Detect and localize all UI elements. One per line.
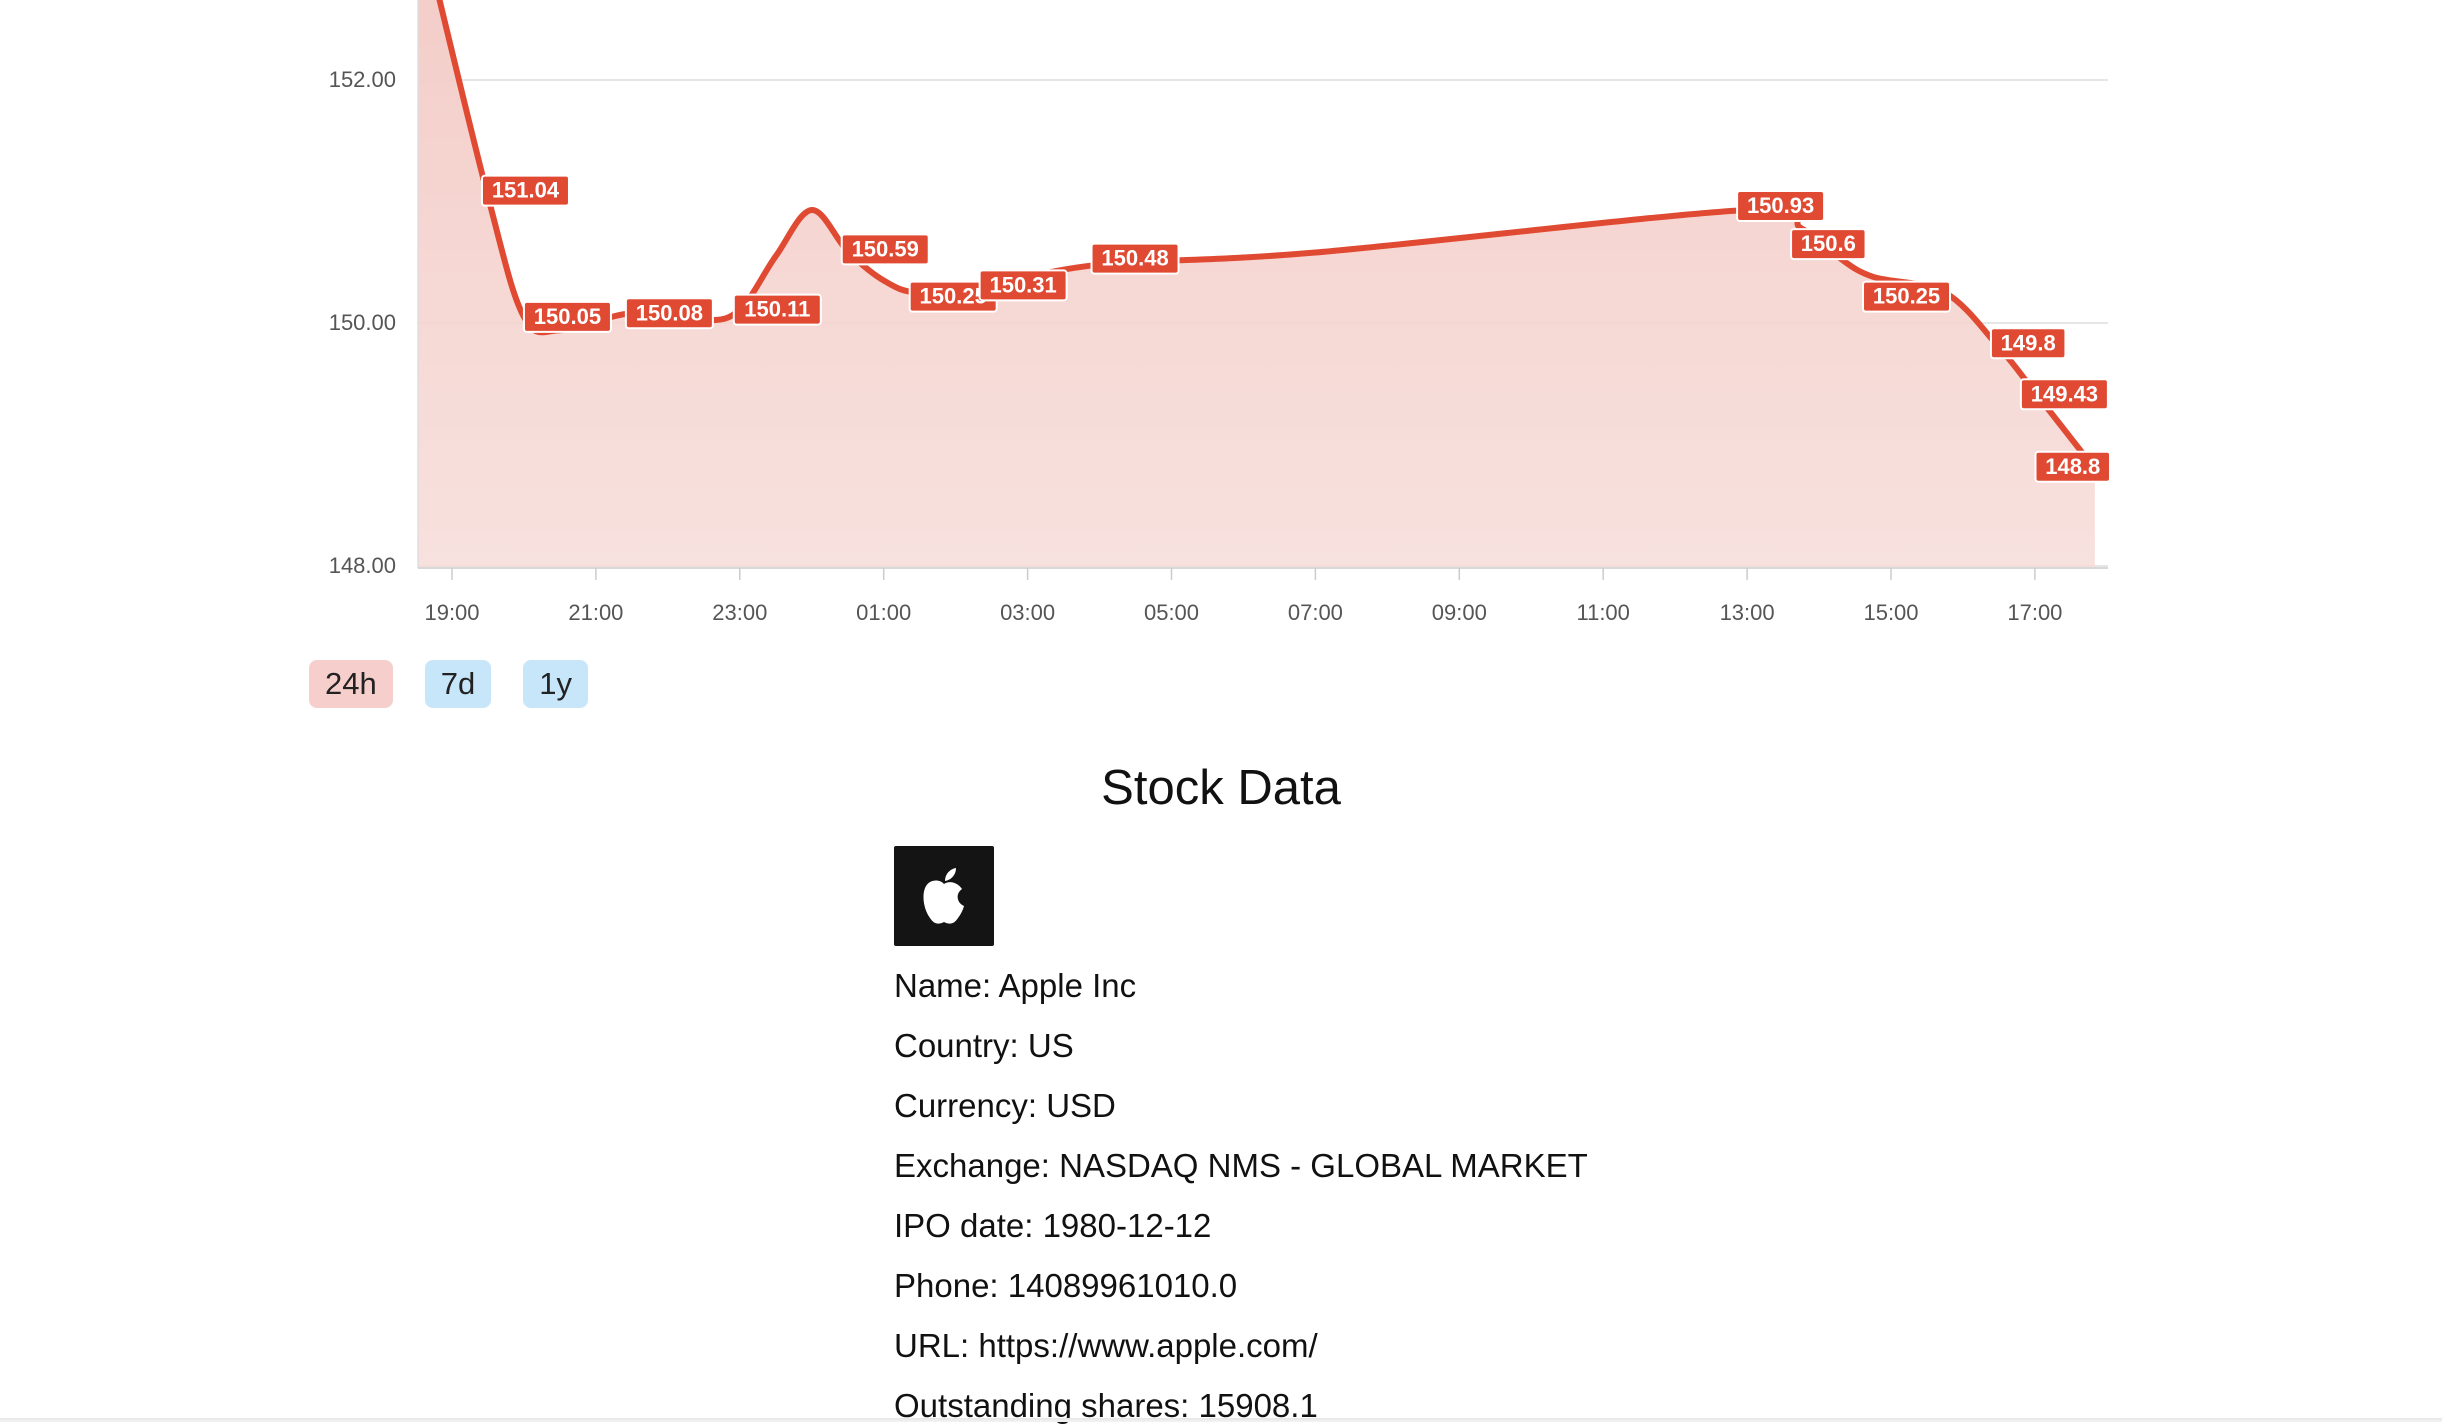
price-chart: 148.00 150.00 152.00 19:00 21:00 23:00 01:00 03… [0,0,2442,640]
x-tick-label: 21:00 [568,600,623,625]
time-range-selector: 24h 7d 1y [309,660,588,708]
stock-currency: Currency: USD [894,1087,1116,1124]
data-label: 150.93 [1736,190,1826,223]
x-tick-label: 03:00 [1000,600,1055,625]
data-label-text: 150.05 [534,304,601,329]
stock-ipo-date: IPO date: 1980-12-12 [894,1207,1212,1244]
data-label: 150.11 [732,293,822,326]
data-label: 151.04 [480,174,570,207]
y-tick-label: 152.00 [329,67,396,92]
data-label-text: 150.25 [920,284,987,309]
data-label-text: 150.31 [989,272,1056,297]
x-tick-label: 11:00 [1576,600,1629,625]
data-label: 149.43 [2019,378,2109,411]
x-tick-label: 17:00 [2007,600,2062,625]
stock-name: Name: Apple Inc [894,967,1137,1004]
company-logo [894,846,994,946]
data-label: 150.05 [522,300,612,333]
data-label: 150.25 [1862,280,1952,313]
stock-info-panel: Name: Apple Inc Country: US Currency: US… [894,846,1588,1426]
range-button-24h[interactable]: 24h [309,660,393,708]
data-label-text: 150.08 [636,300,703,325]
x-tick-label: 23:00 [712,600,767,625]
data-label: 150.59 [840,233,930,266]
data-label-text: 149.8 [2001,330,2056,355]
data-label: 150.31 [978,269,1068,302]
data-label-text: 149.43 [2031,381,2098,406]
x-tick-label: 01:00 [856,600,911,625]
x-tick-label: 09:00 [1432,600,1487,625]
x-tick-label: 07:00 [1288,600,1343,625]
bottom-edge [0,1418,2442,1422]
data-label-text: 150.6 [1801,231,1856,256]
data-label-text: 148.8 [2045,454,2100,479]
data-label: 150.6 [1790,228,1867,261]
data-label-text: 150.25 [1873,284,1940,309]
x-tick-label: 13:00 [1720,600,1775,625]
data-label-text: 151.04 [492,178,560,203]
range-button-1y[interactable]: 1y [523,660,588,708]
chart-area [418,0,2095,568]
stock-data-title: Stock Data [1101,761,1341,815]
data-label-text: 150.93 [1747,193,1814,218]
stock-country: Country: US [894,1027,1074,1064]
x-tick-label: 19:00 [424,600,479,625]
stock-exchange: Exchange: NASDAQ NMS - GLOBAL MARKET [894,1147,1588,1184]
data-label: 150.08 [624,297,714,330]
y-tick-label: 148.00 [329,553,396,578]
stock-phone: Phone: 14089961010.0 [894,1267,1238,1304]
data-label: 148.8 [2034,450,2111,483]
data-label: 150.48 [1090,242,1180,275]
x-tick-label: 05:00 [1144,600,1199,625]
stock-url: URL: https://www.apple.com/ [894,1327,1318,1364]
apple-logo-icon [923,868,964,924]
data-label-text: 150.11 [744,297,810,322]
data-label-text: 150.59 [852,236,919,261]
data-label-text: 150.48 [1101,246,1168,271]
area-fill [418,0,2095,568]
price-chart-svg: 148.00 150.00 152.00 19:00 21:00 23:00 01:00 03… [329,0,2111,625]
x-tick-label: 15:00 [1863,600,1918,625]
y-tick-label: 150.00 [329,310,396,335]
data-label: 149.8 [1989,327,2067,360]
range-button-7d[interactable]: 7d [424,660,492,708]
